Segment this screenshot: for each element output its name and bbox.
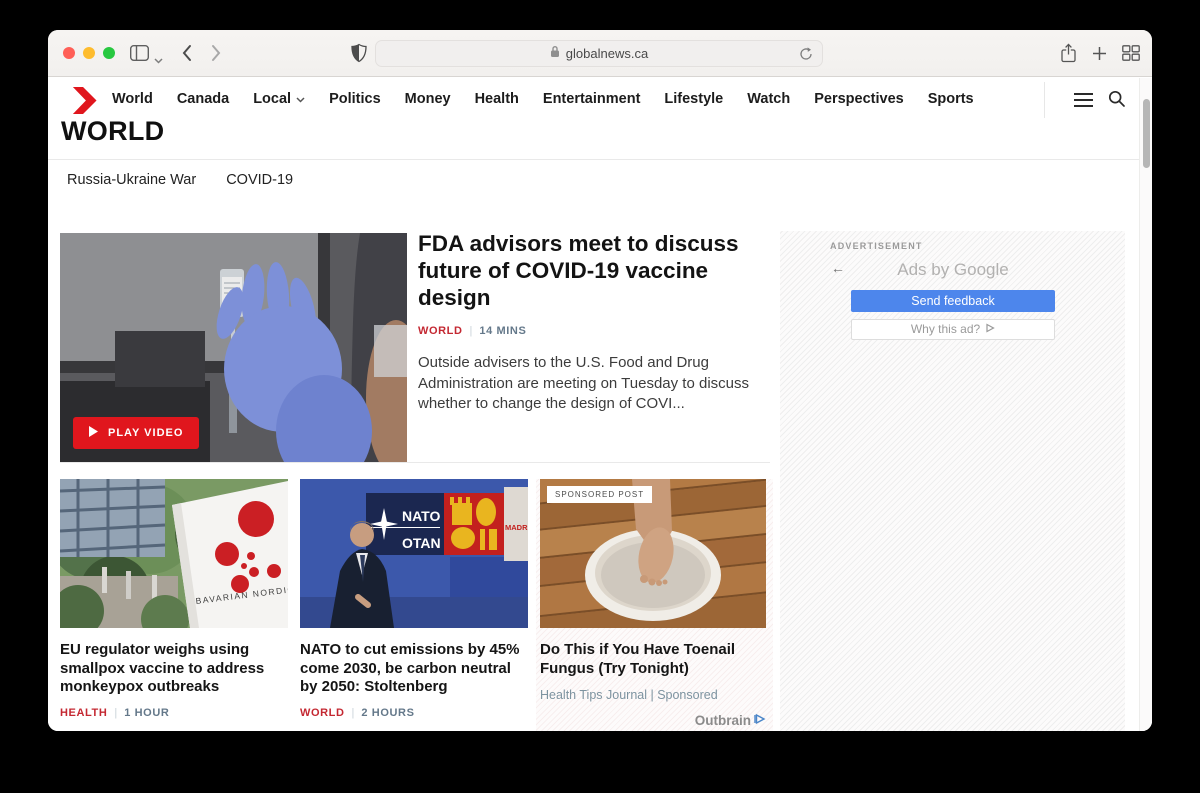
page-scrollbar[interactable]: [1139, 78, 1152, 731]
search-icon[interactable]: [1108, 90, 1126, 113]
maximize-window-button[interactable]: [103, 47, 115, 59]
nav-item-world[interactable]: World: [112, 91, 153, 107]
nav-item-sports[interactable]: Sports: [928, 91, 974, 107]
ads-by-google-widget: Ads by Google Send feedback Why this ad?: [851, 260, 1055, 340]
header-divider: [1044, 82, 1045, 118]
advertisement-region: ADVERTISEMENT ← Ads by Google Send feedb…: [780, 231, 1125, 731]
global-news-logo[interactable]: [70, 87, 97, 119]
url-text: globalnews.ca: [566, 46, 648, 61]
hero-timestamp: 14 MINS: [479, 325, 526, 337]
card-image-foot-basin: SPONSORED POST: [540, 479, 766, 628]
privacy-shield-icon[interactable]: [351, 43, 367, 68]
hero-headline[interactable]: FDA advisors meet to discuss future of C…: [418, 230, 774, 311]
nav-item-watch[interactable]: Watch: [747, 91, 790, 107]
ads-by-google-title: Ads by Google: [851, 260, 1055, 280]
section-rule: [60, 462, 770, 463]
sidebar-toggle-icon[interactable]: [130, 45, 149, 66]
scrollbar-thumb[interactable]: [1143, 99, 1150, 168]
nav-item-perspectives[interactable]: Perspectives: [814, 91, 903, 107]
browser-toolbar: globalnews.ca: [48, 30, 1152, 77]
page-title: WORLD: [61, 116, 164, 147]
nav-item-politics[interactable]: Politics: [329, 91, 381, 107]
article-card-nato[interactable]: NATO OTAN MADRID: [300, 479, 528, 731]
menu-hamburger-icon[interactable]: [1074, 93, 1093, 111]
reload-icon[interactable]: [799, 47, 813, 66]
sponsored-source: Health Tips Journal | Sponsored: [540, 688, 766, 702]
browser-window: globalnews.ca World Canada Local Politic…: [48, 30, 1152, 731]
adchoices-icon: [985, 320, 995, 339]
chevron-down-icon: [296, 91, 305, 107]
subnav-russia-ukraine-war[interactable]: Russia-Ukraine War: [67, 172, 196, 188]
nav-item-lifestyle[interactable]: Lifestyle: [664, 91, 723, 107]
card-timestamp: 2 HOURS: [361, 707, 414, 719]
nav-item-entertainment[interactable]: Entertainment: [543, 91, 641, 107]
nav-item-money[interactable]: Money: [405, 91, 451, 107]
nav-item-local[interactable]: Local: [253, 91, 305, 107]
topic-subnav: Russia-Ukraine War COVID-19: [67, 172, 293, 188]
advertisement-label: ADVERTISEMENT: [830, 241, 923, 251]
card-timestamp: 1 HOUR: [124, 707, 169, 719]
sponsored-post-badge: SPONSORED POST: [547, 486, 652, 503]
outbrain-attribution[interactable]: Outbrain: [695, 713, 766, 731]
hero-category[interactable]: WORLD: [418, 325, 463, 337]
subnav-covid-19[interactable]: COVID-19: [226, 172, 293, 188]
play-icon: [89, 426, 98, 440]
main-navigation: World Canada Local Politics Money Health…: [112, 91, 974, 107]
new-tab-icon[interactable]: [1092, 46, 1107, 66]
nav-item-health[interactable]: Health: [475, 91, 519, 107]
play-video-button[interactable]: PLAY VIDEO: [73, 417, 199, 449]
hero-story: FDA advisors meet to discuss future of C…: [418, 230, 774, 415]
address-bar[interactable]: globalnews.ca: [375, 40, 823, 67]
adchoices-icon[interactable]: [754, 713, 766, 728]
card-image-bavarian-nordic: BAVARIAN NORDIC: [60, 479, 288, 628]
nato-logo-text: NATO: [402, 508, 440, 524]
send-feedback-button[interactable]: Send feedback: [851, 290, 1055, 312]
card-category[interactable]: HEALTH: [60, 707, 107, 719]
card-category[interactable]: WORLD: [300, 707, 345, 719]
article-card-monkeypox[interactable]: BAVARIAN NORDIC EU regulator weighs usin…: [60, 479, 288, 731]
sponsored-headline[interactable]: Do This if You Have Toenail Fungus (Try …: [540, 641, 766, 678]
back-button-icon[interactable]: [181, 43, 192, 68]
header-rule: [48, 159, 1152, 160]
nav-item-canada[interactable]: Canada: [177, 91, 229, 107]
sidebar-chevron-down-icon[interactable]: [154, 51, 163, 69]
tab-overview-icon[interactable]: [1122, 45, 1140, 66]
web-page: World Canada Local Politics Money Health…: [48, 78, 1152, 731]
lock-icon: [550, 45, 560, 63]
card-headline[interactable]: NATO to cut emissions by 45% come 2030, …: [300, 641, 528, 697]
card-headline[interactable]: EU regulator weighs using smallpox vacci…: [60, 641, 288, 697]
sponsored-card-toenail[interactable]: SPONSORED POST Do This if You Have Toena…: [536, 479, 773, 731]
why-this-ad-button[interactable]: Why this ad?: [851, 319, 1055, 340]
hero-video-thumbnail[interactable]: PLAY VIDEO: [60, 233, 407, 462]
madrid-banner-text: MADRID: [505, 523, 528, 532]
otan-logo-text: OTAN: [402, 535, 441, 551]
card-image-nato-summit: NATO OTAN MADRID: [300, 479, 528, 628]
forward-button-icon[interactable]: [211, 43, 222, 68]
minimize-window-button[interactable]: [83, 47, 95, 59]
close-window-button[interactable]: [63, 47, 75, 59]
ad-back-arrow[interactable]: ←: [831, 260, 845, 276]
share-icon[interactable]: [1061, 43, 1076, 68]
hero-excerpt: Outside advisers to the U.S. Food and Dr…: [418, 353, 774, 415]
